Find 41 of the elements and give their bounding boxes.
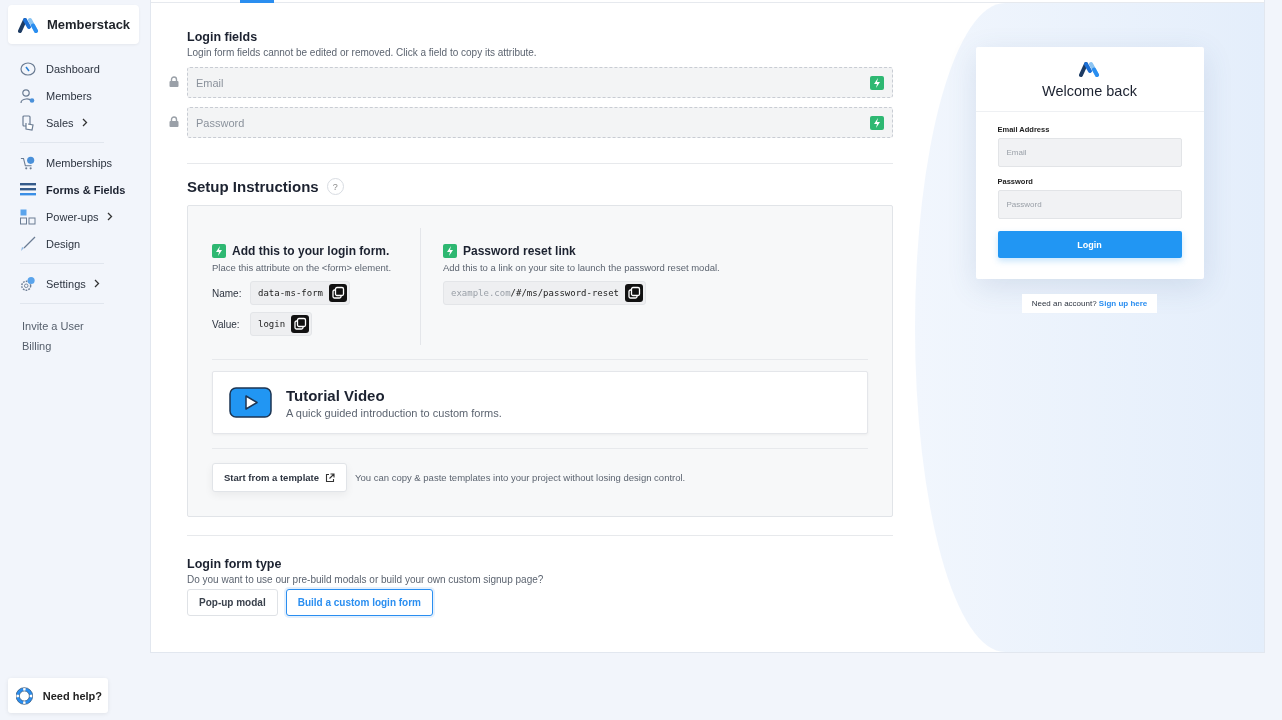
section-description: Do you want to use our pre-build modals or build your own custom signup page? <box>187 574 545 585</box>
template-note: You can copy & paste templates into your project without losing design control. <box>355 472 686 483</box>
form-type-option[interactable]: Pop-up modal <box>187 589 278 616</box>
help-button[interactable]: ? <box>326 178 344 195</box>
field-placeholder: Password <box>196 116 245 129</box>
instruction-description: Add this to a link on your site to launch the password reset modal. <box>443 262 720 273</box>
sidebar-item[interactable]: Memberships <box>8 149 150 176</box>
section-description: Login form fields cannot be edited or removed. Click a field to copy its attribute. <box>187 47 538 58</box>
signup-prompt: Need an account? Sign up here <box>1021 294 1158 313</box>
section-title: Login form type <box>187 557 283 571</box>
instruction-title: Password reset link <box>463 244 576 258</box>
sidebar-item[interactable]: Settings <box>8 270 150 297</box>
sidebar-link[interactable]: Billing <box>8 336 150 356</box>
attribute-code: data-ms-form <box>250 281 351 305</box>
sidebar-item[interactable]: Design <box>8 230 150 257</box>
brand-logo[interactable]: Memberstack <box>8 5 139 44</box>
sidebar-item[interactable]: Sales <box>8 109 150 136</box>
login-title: Welcome back <box>1042 83 1137 99</box>
instruction-title: Add this to your login form. <box>232 244 390 258</box>
help-button[interactable]: Need help? <box>8 678 108 713</box>
tutorial-title: Tutorial Video <box>286 386 386 404</box>
field-placeholder: Email <box>196 76 224 89</box>
sidebar-item[interactable]: Forms & Fields <box>8 176 150 203</box>
template-button[interactable]: Start from a template <box>212 463 348 492</box>
signup-link[interactable]: Sign up here <box>1098 299 1148 308</box>
sidebar-item[interactable]: Power-ups <box>8 203 150 230</box>
reset-url: example.com/#/ms/password-reset <box>451 288 619 298</box>
brand-name: Memberstack <box>47 17 131 32</box>
sidebar-item[interactable]: Members <box>8 82 150 109</box>
input-field[interactable]: Email <box>997 138 1182 167</box>
sidebar-item[interactable]: Dashboard <box>8 55 150 82</box>
section-heading: Setup Instructions <box>187 178 319 195</box>
section-title: Login fields <box>187 30 259 44</box>
attribute-code: login <box>250 312 313 336</box>
instruction-description: Place this attribute on the <form> element. <box>212 262 392 273</box>
attribute-label: Name: <box>212 287 242 299</box>
tutorial-description: A quick guided introduction to custom forms. <box>286 406 502 419</box>
tutorial-card[interactable]: Tutorial Video A quick guided introduction to custom forms. <box>212 371 868 434</box>
sidebar-link[interactable]: Invite a User <box>8 316 150 336</box>
attribute-label: Value: <box>212 318 241 330</box>
input-field[interactable]: Password <box>997 190 1182 219</box>
